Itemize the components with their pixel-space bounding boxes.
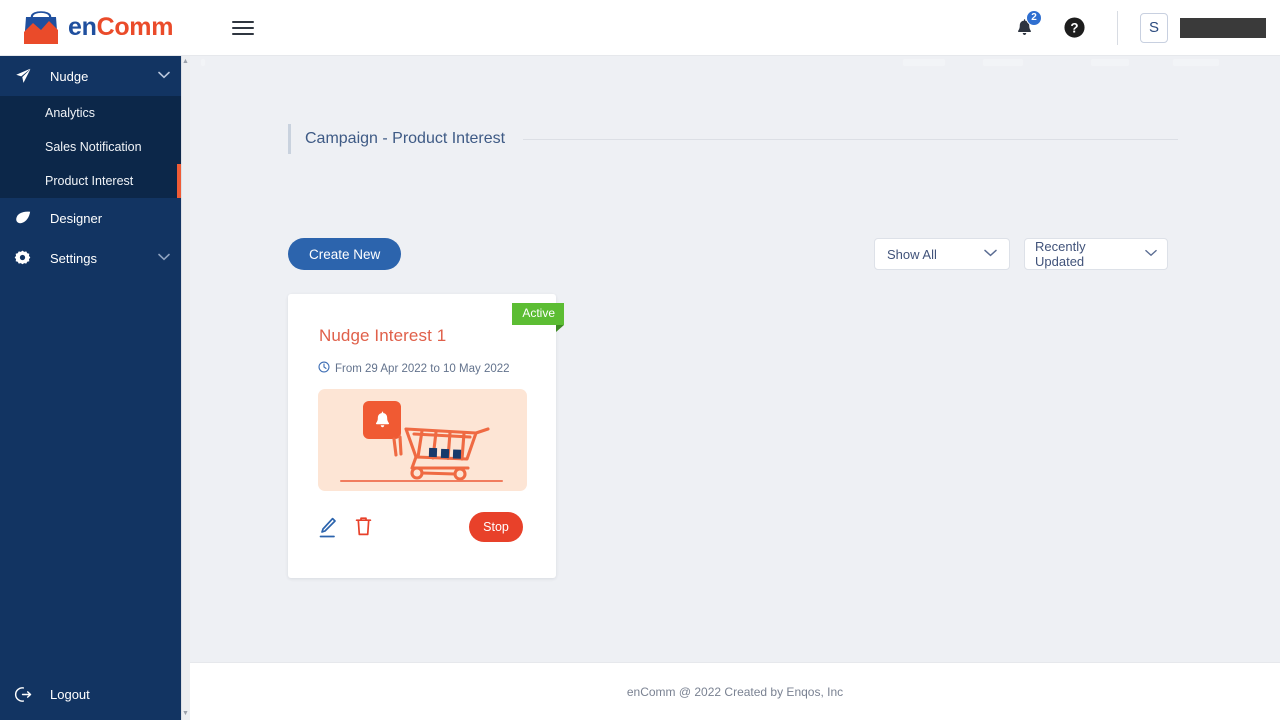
leaf-icon: [14, 210, 40, 226]
username-redacted-bar: [1180, 17, 1266, 38]
campaign-card[interactable]: Active Nudge Interest 1 From 29 Apr 2022…: [288, 294, 564, 578]
trash-delete-icon[interactable]: [354, 515, 373, 543]
page-title: Campaign - Product Interest: [305, 130, 506, 147]
brand-text: enComm: [68, 13, 173, 42]
sidebar-item-sales-notification[interactable]: Sales Notification: [0, 130, 190, 164]
content-toolbar: Create New Show All Recently Updated: [288, 238, 1178, 270]
help-circle-icon: ?: [1063, 17, 1085, 38]
sidebar-item-nudge[interactable]: Nudge: [0, 56, 190, 96]
main-content: Campaign - Product Interest Create New S…: [190, 56, 1280, 720]
hamburger-line: [232, 32, 254, 35]
brand-logo-area[interactable]: enComm: [0, 8, 190, 48]
campaign-card-actions: Stop: [288, 512, 556, 562]
filter-dropdown[interactable]: Show All: [874, 238, 1010, 270]
top-bar-right-actions: 2 ? S: [1007, 9, 1280, 45]
chevron-down-icon: [984, 248, 997, 260]
sidebar-item-product-interest[interactable]: Product Interest: [0, 164, 190, 198]
sidebar-item-label: Analytics: [45, 106, 96, 120]
chevron-down-icon: [1145, 248, 1157, 260]
campaign-date-text: From 29 Apr 2022 to 10 May 2022: [335, 362, 510, 375]
shopping-cart-icon: [392, 427, 490, 481]
sidebar-item-label: Settings: [50, 250, 97, 266]
chevron-down-icon: [158, 252, 170, 264]
top-bar: enComm 2 ? S: [0, 0, 1280, 56]
campaign-date-range: From 29 Apr 2022 to 10 May 2022: [318, 361, 510, 376]
illustration-ground-line: [340, 480, 503, 482]
stop-button[interactable]: Stop: [469, 512, 523, 542]
sidebar-item-label: Product Interest: [45, 174, 134, 188]
brand-text-comm: Comm: [96, 13, 174, 41]
create-new-button[interactable]: Create New: [288, 238, 402, 270]
filter-dropdown-value: Show All: [887, 246, 937, 262]
gear-icon: [14, 250, 40, 267]
status-badge: Active: [512, 303, 564, 332]
campaign-thumbnail: [318, 389, 527, 491]
scroll-down-arrow-icon[interactable]: ▼: [182, 710, 189, 718]
shopping-bag-logo: [22, 8, 60, 48]
logout-button[interactable]: Logout: [0, 668, 181, 720]
notification-badge: 2: [1026, 9, 1042, 26]
app-root: enComm 2 ? S Nudge Analytics Sales Notif…: [0, 0, 1280, 720]
sort-dropdown-value: Recently Updated: [1035, 239, 1086, 269]
sidebar-item-settings[interactable]: Settings: [0, 238, 190, 278]
avatar[interactable]: S: [1140, 12, 1168, 43]
brand-text-en: en: [68, 13, 97, 41]
sort-dropdown[interactable]: Recently Updated: [1024, 238, 1168, 270]
page-title-accent-bar: [288, 124, 291, 154]
footer: enComm @ 2022 Created by Enqos, Inc: [190, 662, 1280, 720]
svg-text:?: ?: [1070, 20, 1078, 35]
help-button[interactable]: ?: [1057, 11, 1091, 45]
paper-plane-icon: [14, 67, 40, 85]
scroll-up-arrow-icon[interactable]: ▲: [182, 58, 189, 66]
pencil-edit-icon[interactable]: [318, 516, 338, 545]
sidebar-item-label: Nudge: [50, 68, 89, 84]
sidebar-item-designer[interactable]: Designer: [0, 198, 190, 238]
sidebar-item-analytics[interactable]: Analytics: [0, 96, 190, 130]
page-header: Campaign - Product Interest: [288, 124, 1178, 154]
notifications-button[interactable]: 2: [1007, 9, 1042, 45]
toolbar-divider: [1117, 10, 1118, 45]
footer-text: enComm @ 2022 Created by Enqos, Inc: [626, 684, 844, 699]
sidebar-item-label: Logout: [50, 686, 90, 702]
hamburger-line: [232, 26, 254, 29]
page-header-divider: [523, 138, 1178, 140]
campaign-title: Nudge Interest 1: [319, 326, 447, 345]
clock-icon: [318, 361, 330, 376]
logout-icon: [14, 685, 40, 704]
sidebar-submenu-nudge: Analytics Sales Notification Product Int…: [0, 96, 190, 198]
hamburger-menu-icon[interactable]: [232, 17, 254, 39]
sidebar-scrollbar[interactable]: ▲ ▼: [181, 56, 190, 720]
hamburger-line: [232, 20, 254, 23]
sidebar-item-label: Designer: [50, 210, 103, 226]
sidebar: Nudge Analytics Sales Notification Produ…: [0, 56, 190, 720]
chevron-down-icon: [158, 70, 170, 82]
scrolled-content-top-edge: [190, 56, 1280, 68]
sidebar-item-label: Sales Notification: [45, 140, 142, 154]
